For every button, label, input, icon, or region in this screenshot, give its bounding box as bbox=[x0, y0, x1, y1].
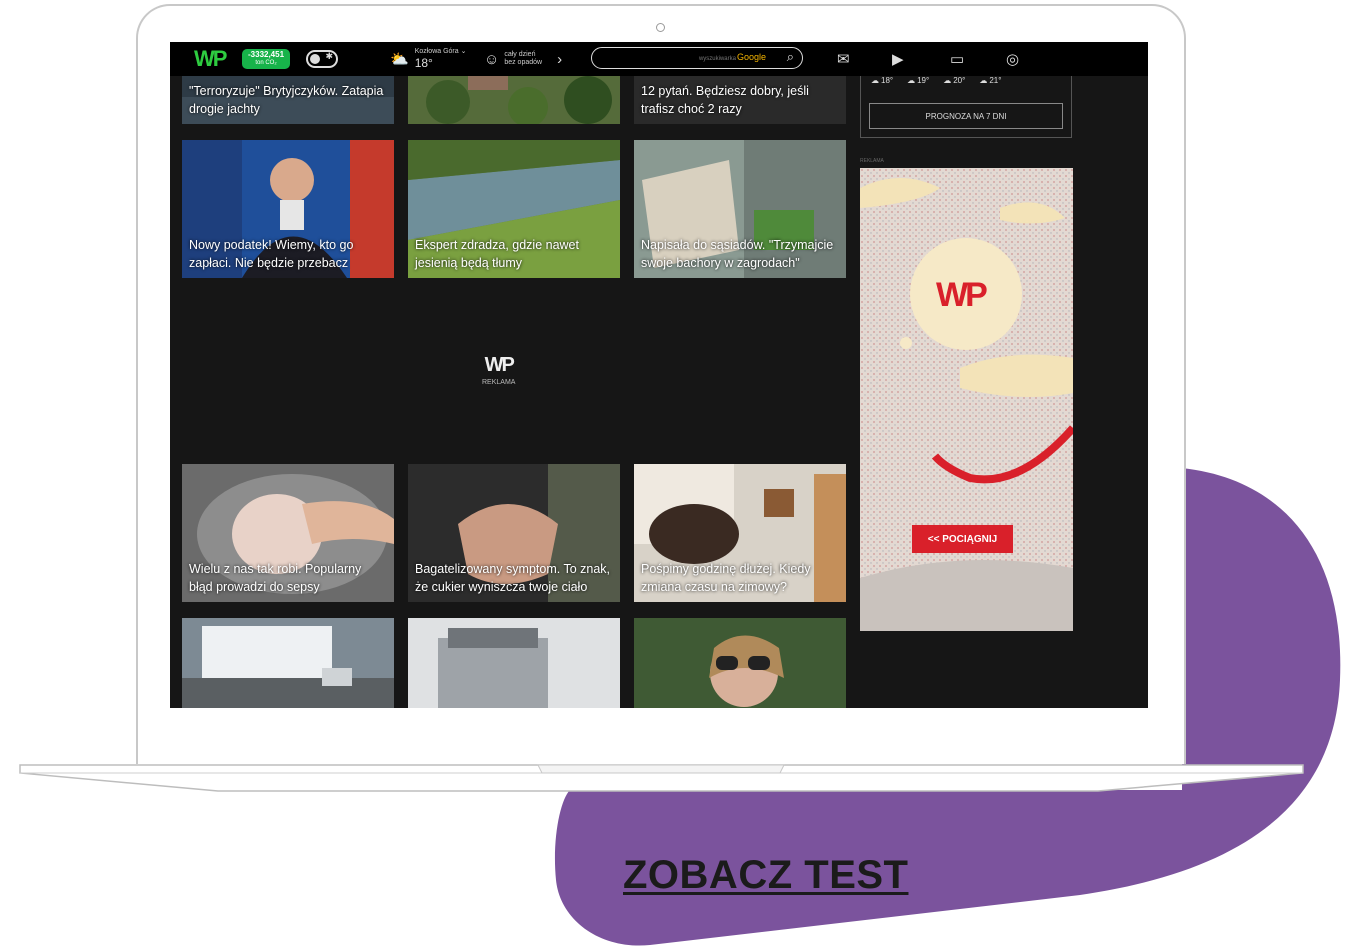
cloud-sun-icon: ☁ bbox=[943, 76, 952, 85]
article-tile[interactable] bbox=[408, 618, 620, 708]
article-title: Wielu z nas tak robi. Popularny błąd pro… bbox=[189, 562, 362, 594]
pull-button[interactable]: << POCIĄGNIJ bbox=[912, 525, 1013, 553]
banner-artwork bbox=[860, 168, 1073, 631]
ad-label: REKLAMA bbox=[482, 379, 516, 386]
site-header: WP -3332,451 ton CO₂ ⛅ Kozłowa Góra ⌄ 18… bbox=[170, 42, 1148, 76]
wp-logo-icon: WP bbox=[194, 46, 227, 71]
search-icon[interactable]: ⌕ bbox=[787, 49, 794, 65]
article-title: 12 pytań. Będziesz dobry, jeśli trafisz … bbox=[641, 84, 809, 116]
weather-widget[interactable]: ⛅ Kozłowa Góra ⌄ 18° bbox=[390, 42, 466, 76]
cloud-sun-icon: ☁ bbox=[871, 76, 879, 85]
dark-mode-toggle[interactable] bbox=[306, 42, 338, 76]
article-title: Napisała do sąsiadów. "Trzymajcie swoje … bbox=[641, 238, 834, 270]
hour-forecast: ☁ 19° bbox=[907, 76, 930, 85]
location-label: Kozłowa Góra ⌄ bbox=[414, 48, 467, 55]
article-tile[interactable] bbox=[182, 618, 394, 708]
wp-logo: WP bbox=[484, 354, 515, 376]
article-tile[interactable]: Ekspert zdradza, gdzie nawet jesienią bę… bbox=[408, 140, 620, 278]
laptop-base bbox=[19, 764, 1304, 792]
see-test-link[interactable]: ZOBACZ TEST bbox=[623, 853, 908, 898]
advertisement-banner[interactable]: WP << POCIĄGNIJ bbox=[860, 168, 1073, 631]
video-icon[interactable]: ▶ bbox=[892, 42, 904, 76]
weather-forecast-panel: ☁ 18° ☁ 19° ☁ 20° ☁ 21° PROGNOZA NA 7 DNI bbox=[860, 72, 1072, 138]
cloud-sun-icon: ⛅ bbox=[390, 51, 409, 68]
hour-forecast: ☁ 20° bbox=[943, 76, 966, 85]
article-tile[interactable]: Wielu z nas tak robi. Popularny błąd pro… bbox=[182, 464, 394, 602]
chevron-right-icon[interactable]: › bbox=[557, 51, 562, 68]
hour-forecast: ☁ 21° bbox=[979, 76, 1002, 85]
smile-icon: ☺ bbox=[484, 50, 500, 68]
article-image bbox=[182, 618, 394, 708]
tv-icon[interactable]: ▭ bbox=[950, 42, 964, 76]
article-title: Ekspert zdradza, gdzie nawet jesienią bę… bbox=[415, 238, 579, 270]
article-image bbox=[408, 618, 620, 708]
wp-logo[interactable]: WP bbox=[194, 42, 227, 76]
user-icon[interactable]: ◎ bbox=[1006, 42, 1019, 76]
article-tile[interactable]: Napisała do sąsiadów. "Trzymajcie swoje … bbox=[634, 140, 846, 278]
cloud-sun-icon: ☁ bbox=[907, 76, 916, 85]
article-tile[interactable] bbox=[634, 618, 846, 708]
camera-icon bbox=[656, 23, 665, 32]
forecast-widget[interactable]: ☺ cały dzień bez opadów › bbox=[484, 42, 562, 76]
article-title: Pośpimy godzinę dłużej. Kiedy zmiana cza… bbox=[641, 562, 811, 594]
seven-day-forecast-button[interactable]: PROGNOZA NA 7 DNI bbox=[869, 103, 1063, 129]
ad-label: REKLAMA bbox=[860, 158, 884, 164]
temperature-label: 18° bbox=[414, 56, 433, 70]
co2-counter[interactable]: -3332,451 ton CO₂ bbox=[242, 42, 291, 76]
article-title: "Terroryzuje" Brytyjczyków. Zatapia drog… bbox=[189, 84, 384, 116]
mail-icon[interactable]: ✉ bbox=[837, 42, 850, 76]
article-image bbox=[634, 618, 846, 708]
search-input[interactable]: wyszukiwarkaGoogle ⌕ bbox=[591, 47, 803, 69]
article-tile[interactable]: Nowy podatek! Wiemy, kto go zapłaci. Nie… bbox=[182, 140, 394, 278]
article-tile[interactable]: Bagatelizowany symptom. To znak, że cuki… bbox=[408, 464, 620, 602]
hour-forecast: ☁ 18° bbox=[871, 76, 894, 85]
hourly-forecast: ☁ 18° ☁ 19° ☁ 20° ☁ 21° bbox=[871, 76, 1001, 85]
cloud-sun-icon: ☁ bbox=[979, 76, 988, 85]
wp-logo: WP bbox=[936, 276, 988, 314]
laptop-screen: "Terroryzuje" Brytyjczyków. Zatapia drog… bbox=[170, 42, 1148, 708]
ad-placeholder: WP REKLAMA bbox=[482, 354, 515, 386]
article-title: Bagatelizowany symptom. To znak, że cuki… bbox=[415, 562, 611, 594]
article-tile[interactable]: Pośpimy godzinę dłużej. Kiedy zmiana cza… bbox=[634, 464, 846, 602]
article-title: Nowy podatek! Wiemy, kto go zapłaci. Nie… bbox=[189, 238, 354, 270]
